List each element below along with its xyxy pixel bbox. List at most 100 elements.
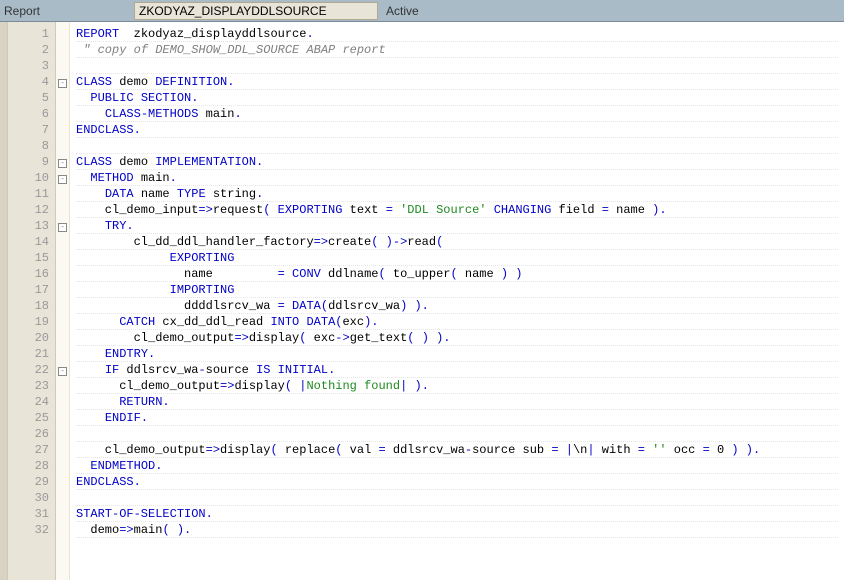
code-line[interactable]: ENDCLASS.	[76, 122, 838, 138]
code-text-area[interactable]: REPORT zkodyaz_displayddlsource. " copy …	[70, 22, 844, 580]
text-token: 0	[717, 443, 731, 457]
code-line[interactable]: cl_demo_input=>request( EXPORTING text =…	[76, 202, 838, 218]
program-name-input[interactable]	[134, 2, 378, 20]
code-line[interactable]: CLASS demo DEFINITION.	[76, 74, 838, 90]
code-line[interactable]: RETURN.	[76, 394, 838, 410]
keyword-token: .	[306, 27, 313, 41]
code-line[interactable]: cl_demo_output=>display( |Nothing found|…	[76, 378, 838, 394]
keyword-token: ( )->	[371, 235, 407, 249]
fold-marker[interactable]: -	[56, 74, 69, 90]
line-number: 3	[8, 58, 49, 74]
line-number: 17	[8, 282, 49, 298]
line-number: 16	[8, 266, 49, 282]
fold-marker	[56, 314, 69, 330]
fold-marker	[56, 58, 69, 74]
keyword-token: = DATA(	[278, 299, 328, 313]
fold-marker	[56, 346, 69, 362]
code-line[interactable]: DATA name TYPE string.	[76, 186, 838, 202]
code-line[interactable]	[76, 138, 838, 154]
code-line[interactable]: REPORT zkodyaz_displayddlsource.	[76, 26, 838, 42]
fold-marker[interactable]: -	[56, 362, 69, 378]
code-line[interactable]: " copy of DEMO_SHOW_DDL_SOURCE ABAP repo…	[76, 42, 838, 58]
fold-toggle-icon[interactable]: -	[58, 79, 67, 88]
fold-marker	[56, 298, 69, 314]
keyword-token: START-OF-SELECTION.	[76, 507, 213, 521]
text-token: to_upper	[386, 267, 451, 281]
code-line[interactable]: IF ddlsrcv_wa-source IS INITIAL.	[76, 362, 838, 378]
fold-marker[interactable]: -	[56, 218, 69, 234]
text-token	[76, 187, 105, 201]
text-token: exc	[342, 315, 364, 329]
text-token: with	[602, 443, 638, 457]
code-line[interactable]: demo=>main( ).	[76, 522, 838, 538]
text-token: ddlsrcv_wa	[386, 443, 465, 457]
fold-toggle-icon[interactable]: -	[58, 223, 67, 232]
keyword-token: ( ).	[162, 523, 191, 537]
code-line[interactable]: CATCH cx_dd_ddl_read INTO DATA(exc).	[76, 314, 838, 330]
code-line[interactable]: START-OF-SELECTION.	[76, 506, 838, 522]
code-editor: 1234567891011121314151617181920212223242…	[0, 22, 844, 580]
keyword-token: -	[198, 363, 205, 377]
fold-marker[interactable]: -	[56, 154, 69, 170]
text-token	[76, 91, 90, 105]
text-token	[76, 395, 119, 409]
keyword-token: =>	[234, 331, 248, 345]
line-number: 32	[8, 522, 49, 538]
line-number: 14	[8, 234, 49, 250]
keyword-token: IMPORTING	[170, 283, 235, 297]
keyword-token: =	[703, 443, 717, 457]
code-line[interactable]: ENDIF.	[76, 410, 838, 426]
text-token: field	[559, 203, 602, 217]
keyword-token: DEFINITION.	[155, 75, 234, 89]
text-token	[76, 139, 83, 153]
code-line[interactable]: METHOD main.	[76, 170, 838, 186]
fold-marker	[56, 330, 69, 346]
code-line[interactable]: cl_demo_output=>display( exc->get_text( …	[76, 330, 838, 346]
keyword-token: INTO DATA(	[270, 315, 342, 329]
fold-toggle-icon[interactable]: -	[58, 367, 67, 376]
text-token: ddlname	[321, 267, 379, 281]
keyword-token: =>	[198, 203, 212, 217]
code-line[interactable]	[76, 426, 838, 442]
code-line[interactable]: ENDTRY.	[76, 346, 838, 362]
text-token: read	[407, 235, 436, 249]
text-token: cx_dd_ddl_read	[155, 315, 270, 329]
code-line[interactable]: ddddlsrcv_wa = DATA(ddlsrcv_wa) ).	[76, 298, 838, 314]
code-line[interactable]	[76, 490, 838, 506]
keyword-token: METHOD	[90, 171, 133, 185]
keyword-token: (	[270, 443, 277, 457]
text-token: text	[350, 203, 386, 217]
text-token: cl_demo_input	[76, 203, 198, 217]
text-token: val	[342, 443, 378, 457]
text-token	[76, 171, 90, 185]
code-line[interactable]: cl_dd_ddl_handler_factory=>create( )->re…	[76, 234, 838, 250]
keyword-token: EXPORTING	[170, 251, 235, 265]
fold-marker	[56, 378, 69, 394]
code-line[interactable]: name = CONV ddlname( to_upper( name ) )	[76, 266, 838, 282]
text-token: cl_dd_ddl_handler_factory	[76, 235, 314, 249]
text-token	[76, 315, 119, 329]
code-line[interactable]: CLASS demo IMPLEMENTATION.	[76, 154, 838, 170]
keyword-token: CLASS-METHODS	[105, 107, 199, 121]
keyword-token: ( ) ).	[407, 331, 450, 345]
keyword-token: ENDIF.	[105, 411, 148, 425]
code-line[interactable]: cl_demo_output=>display( replace( val = …	[76, 442, 838, 458]
code-line[interactable]: CLASS-METHODS main.	[76, 106, 838, 122]
code-line[interactable]: PUBLIC SECTION.	[76, 90, 838, 106]
keyword-token: .	[256, 187, 263, 201]
text-token: request	[213, 203, 263, 217]
keyword-token: .	[170, 171, 177, 185]
code-line[interactable]: TRY.	[76, 218, 838, 234]
text-token: replace	[278, 443, 336, 457]
code-line[interactable]: ENDMETHOD.	[76, 458, 838, 474]
line-number: 24	[8, 394, 49, 410]
text-token: get_text	[350, 331, 408, 345]
fold-toggle-icon[interactable]: -	[58, 159, 67, 168]
fold-marker[interactable]: -	[56, 170, 69, 186]
code-line[interactable]	[76, 58, 838, 74]
fold-toggle-icon[interactable]: -	[58, 175, 67, 184]
text-token: name	[134, 187, 177, 201]
code-line[interactable]: ENDCLASS.	[76, 474, 838, 490]
code-line[interactable]: EXPORTING	[76, 250, 838, 266]
code-line[interactable]: IMPORTING	[76, 282, 838, 298]
